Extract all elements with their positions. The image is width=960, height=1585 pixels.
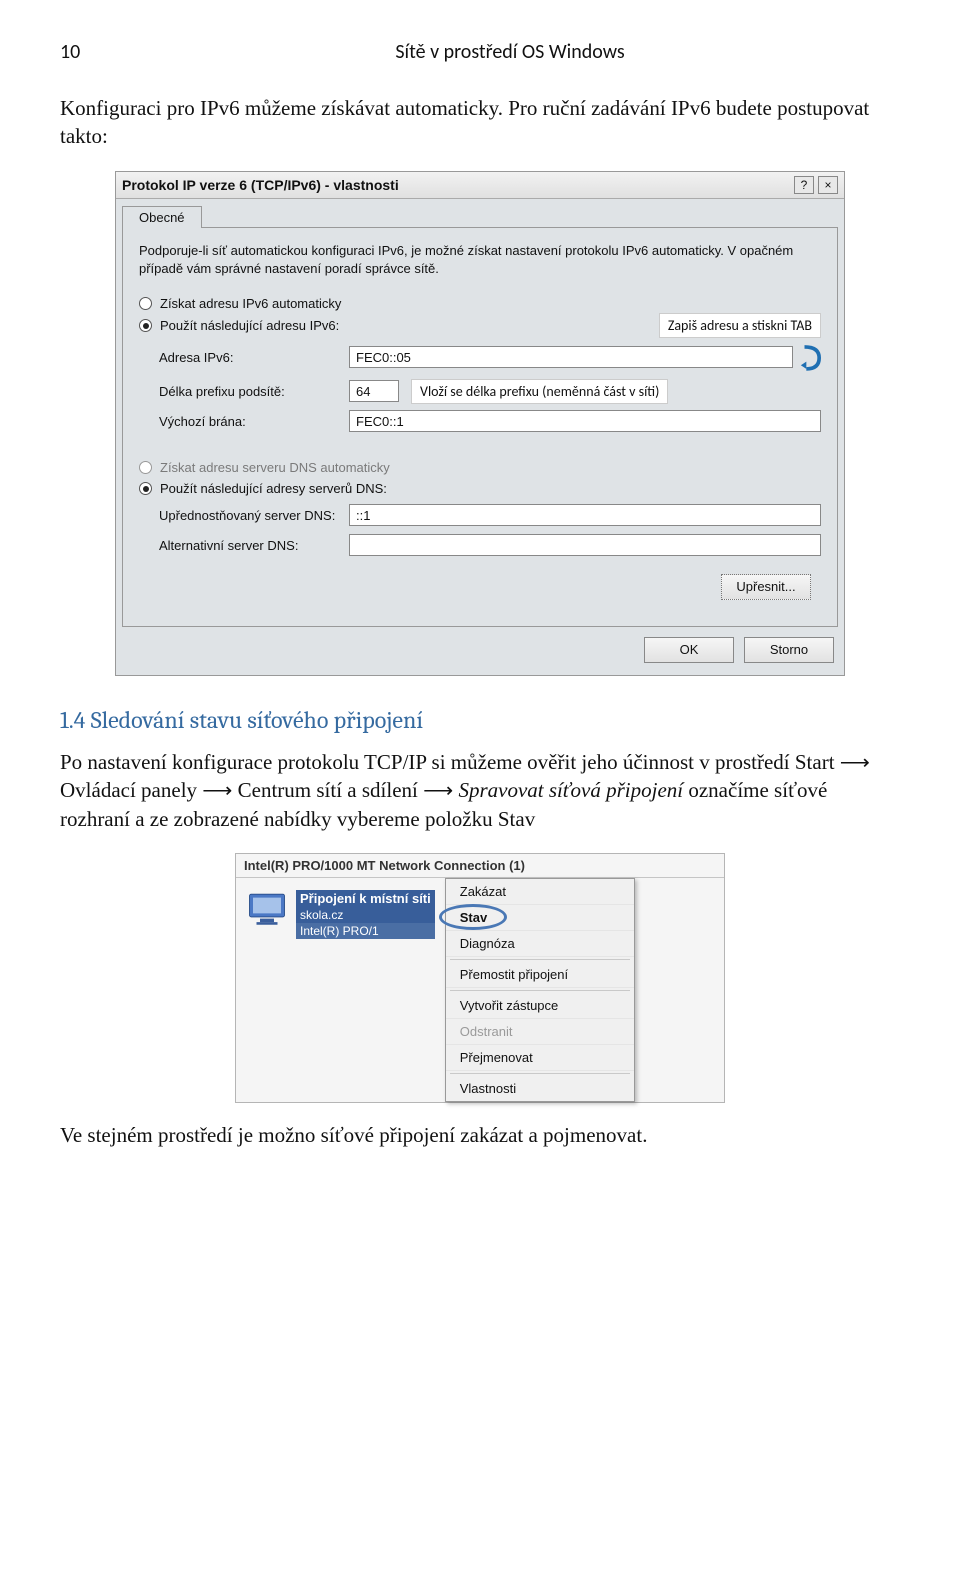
radio-manual-address[interactable] bbox=[139, 319, 152, 332]
menu-vlastnosti[interactable]: Vlastnosti bbox=[446, 1076, 634, 1101]
ok-button[interactable]: OK bbox=[644, 637, 734, 663]
page-number: 10 bbox=[60, 40, 120, 64]
input-preferred-dns[interactable]: ::1 bbox=[349, 504, 821, 526]
label-prefix-length: Délka prefixu podsítě: bbox=[139, 384, 349, 399]
input-prefix-length[interactable]: 64 bbox=[349, 380, 399, 402]
network-connection-window: Intel(R) PRO/1000 MT Network Connection … bbox=[235, 853, 725, 1103]
menu-odstranit: Odstranit bbox=[446, 1019, 634, 1045]
label-default-gateway: Výchozí brána: bbox=[139, 414, 349, 429]
note-address: Zapiš adresu a stiskni TAB bbox=[659, 313, 821, 338]
context-menu: Zakázat Stav Diagnóza Přemostit připojen… bbox=[445, 878, 635, 1102]
intro-paragraph: Konfiguraci pro IPv6 můžeme získávat aut… bbox=[60, 94, 900, 151]
label-preferred-dns: Upřednostňovaný server DNS: bbox=[139, 508, 349, 523]
help-button[interactable]: ? bbox=[794, 176, 814, 194]
menu-separator bbox=[450, 959, 630, 960]
menu-premostit[interactable]: Přemostit připojení bbox=[446, 962, 634, 988]
menu-zastupce[interactable]: Vytvořit zástupce bbox=[446, 993, 634, 1019]
label-alternate-dns: Alternativní server DNS: bbox=[139, 538, 349, 553]
connection-item[interactable]: Připojení k místní síti skola.cz Intel(R… bbox=[236, 878, 445, 1102]
menu-separator bbox=[450, 990, 630, 991]
menu-zakazat[interactable]: Zakázat bbox=[446, 879, 634, 905]
footer-paragraph: Ve stejném prostředí je možno síťové při… bbox=[60, 1121, 900, 1149]
menu-prejmenovat[interactable]: Přejmenovat bbox=[446, 1045, 634, 1071]
menu-diagnoza[interactable]: Diagnóza bbox=[446, 931, 634, 957]
menu-separator bbox=[450, 1073, 630, 1074]
radio-auto-address-label: Získat adresu IPv6 automaticky bbox=[160, 296, 341, 311]
dialog-title: Protokol IP verze 6 (TCP/IPv6) - vlastno… bbox=[122, 177, 790, 193]
input-alternate-dns[interactable] bbox=[349, 534, 821, 556]
note-prefix: Vloží se délka prefixu (neměnná část v s… bbox=[411, 379, 668, 404]
label-ipv6-address: Adresa IPv6: bbox=[139, 350, 349, 365]
radio-manual-dns[interactable] bbox=[139, 482, 152, 495]
monitor-icon bbox=[246, 890, 288, 928]
ipv6-properties-dialog: Protokol IP verze 6 (TCP/IPv6) - vlastno… bbox=[115, 171, 845, 676]
section-paragraph: Po nastavení konfigurace protokolu TCP/I… bbox=[60, 748, 900, 833]
curved-arrow-icon bbox=[799, 342, 821, 372]
radio-manual-address-label: Použít následující adresu IPv6: bbox=[160, 318, 339, 333]
adapter-title: Intel(R) PRO/1000 MT Network Connection … bbox=[236, 854, 724, 878]
connection-adapter: Intel(R) PRO/1 bbox=[296, 923, 435, 939]
radio-auto-dns-label: Získat adresu serveru DNS automaticky bbox=[160, 460, 390, 475]
dialog-description: Podporuje-li síť automatickou konfigurac… bbox=[139, 242, 821, 278]
cancel-button[interactable]: Storno bbox=[744, 637, 834, 663]
radio-auto-address[interactable] bbox=[139, 297, 152, 310]
radio-manual-dns-label: Použít následující adresy serverů DNS: bbox=[160, 481, 387, 496]
connection-domain: skola.cz bbox=[296, 907, 435, 923]
tab-general[interactable]: Obecné bbox=[122, 206, 202, 228]
section-heading: 1.4 Sledování stavu síťového připojení bbox=[60, 706, 900, 734]
advanced-button[interactable]: Upřesnit... bbox=[721, 574, 811, 600]
menu-stav[interactable]: Stav bbox=[446, 905, 634, 931]
connection-name: Připojení k místní síti bbox=[296, 890, 435, 907]
input-default-gateway[interactable]: FEC0::1 bbox=[349, 410, 821, 432]
input-ipv6-address[interactable]: FEC0::05 bbox=[349, 346, 793, 368]
radio-auto-dns bbox=[139, 461, 152, 474]
page-header-title: Sítě v prostředí OS Windows bbox=[120, 40, 900, 64]
close-button[interactable]: × bbox=[818, 176, 838, 194]
